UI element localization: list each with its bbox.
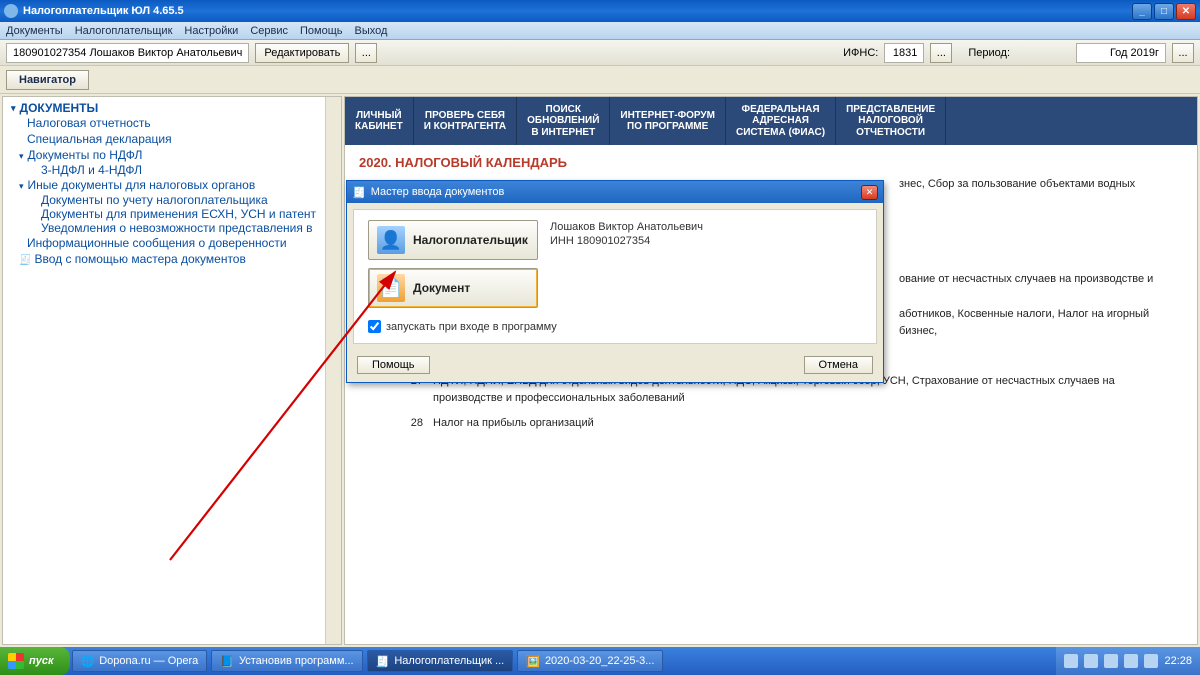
tray-icon[interactable] [1124, 654, 1138, 668]
ifns-value[interactable]: 1831 [884, 43, 924, 63]
tree-item[interactable]: 3-НДФЛ и 4-НДФЛ [5, 163, 339, 177]
taxpayer-name: Лошаков Виктор Анатольевич [550, 220, 703, 234]
bluetab-reporting[interactable]: ПРЕДСТАВЛЕНИЕНАЛОГОВОЙОТЧЕТНОСТИ [836, 97, 946, 145]
document-button-label: Документ [413, 281, 470, 295]
tree-item[interactable]: Документы для применения ЕСХН, УСН и пат… [5, 207, 339, 221]
menu-service[interactable]: Сервис [250, 25, 288, 37]
navigator-button[interactable]: Навигатор [6, 70, 89, 90]
dialog-titlebar[interactable]: 🧾 Мастер ввода документов ✕ [347, 181, 883, 203]
dialog-close-button[interactable]: ✕ [861, 185, 878, 200]
period-value[interactable]: Год 2019г [1076, 43, 1166, 63]
menu-documents[interactable]: Документы [6, 25, 63, 37]
tree-item[interactable]: Специальная декларация [5, 131, 339, 147]
bluetab-fias[interactable]: ФЕДЕРАЛЬНАЯАДРЕСНАЯСИСТЕМА (ФИАС) [726, 97, 836, 145]
windows-logo-icon [8, 653, 24, 669]
tree-branch-other[interactable]: Иные документы для налоговых органов [5, 177, 339, 193]
taxpayer-field[interactable]: 180901027354 Лошаков Виктор Анатольевич [6, 43, 249, 63]
menu-taxpayer[interactable]: Налогоплательщик [75, 25, 173, 37]
document-button[interactable]: 📄 Документ [368, 268, 538, 308]
task-item[interactable]: 🌐Dopona.ru — Opera [72, 650, 208, 672]
autostart-label: запускать при входе в программу [386, 321, 557, 333]
minimize-button[interactable]: _ [1132, 3, 1152, 20]
bluetab-updates[interactable]: ПОИСКОБНОВЛЕНИЙВ ИНТЕРНЕТ [517, 97, 610, 145]
app-icon [4, 4, 18, 18]
clock: 22:28 [1164, 655, 1192, 667]
period-label: Период: [968, 47, 1010, 59]
blue-nav-bar: ЛИЧНЫЙКАБИНЕТ ПРОВЕРЬ СЕБЯИ КОНТРАГЕНТА … [345, 97, 1197, 145]
system-tray[interactable]: 22:28 [1056, 647, 1200, 675]
menu-settings[interactable]: Настройки [184, 25, 238, 37]
task-item[interactable]: 📘Установив программ... [211, 650, 362, 672]
dialog-title: Мастер ввода документов [371, 186, 505, 198]
task-item-active[interactable]: 🧾Налогоплательщик ... [367, 650, 514, 672]
tray-icon[interactable] [1064, 654, 1078, 668]
autostart-checkbox[interactable] [368, 320, 381, 333]
tree-item-wizard[interactable]: Ввод с помощью мастера документов [5, 251, 339, 267]
start-button[interactable]: пуск [0, 647, 70, 675]
period-more-button[interactable]: ... [1172, 43, 1194, 63]
tree-root-documents[interactable]: ДОКУМЕНТЫ [5, 101, 339, 115]
infobar: 180901027354 Лошаков Виктор Анатольевич … [0, 40, 1200, 66]
cal-fragment: аботников, Косвенные налоги, Налог на иг… [899, 306, 1183, 340]
tree-item[interactable]: Уведомления о невозможности представлени… [5, 221, 339, 235]
sidebar-scrollbar[interactable] [325, 97, 341, 644]
calendar-title: 2020. НАЛОГОВЫЙ КАЛЕНДАРЬ [345, 145, 1197, 170]
start-label: пуск [29, 655, 54, 667]
bluetab-forum[interactable]: ИНТЕРНЕТ-ФОРУМПО ПРОГРАММЕ [610, 97, 726, 145]
tree-item[interactable]: Документы по учету налогоплательщика [5, 193, 339, 207]
ifns-label: ИФНС: [843, 47, 878, 59]
tree-item[interactable]: Налоговая отчетность [5, 115, 339, 131]
document-icon: 📄 [377, 274, 405, 302]
taxpayer-info: Лошаков Виктор Анатольевич ИНН 180901027… [550, 220, 703, 249]
tree-branch-ndfl[interactable]: Документы по НДФЛ [5, 147, 339, 163]
cal-fragment: знес, Сбор за пользование объектами водн… [899, 176, 1183, 193]
taxpayer-button[interactable]: 👤 Налогоплательщик [368, 220, 538, 260]
taskbar: пуск 🌐Dopona.ru — Opera 📘Установив прогр… [0, 647, 1200, 675]
bluetab-cabinet[interactable]: ЛИЧНЫЙКАБИНЕТ [345, 97, 414, 145]
taxpayer-button-label: Налогоплательщик [413, 233, 528, 247]
cancel-button[interactable]: Отмена [804, 356, 873, 374]
help-button[interactable]: Помощь [357, 356, 430, 374]
menu-exit[interactable]: Выход [355, 25, 388, 37]
app-titlebar: Налогоплательщик ЮЛ 4.65.5 _ □ ✕ [0, 0, 1200, 22]
sidebar: ДОКУМЕНТЫ Налоговая отчетность Специальн… [2, 96, 342, 645]
tree-item-info[interactable]: Информационные сообщения о доверенности [5, 235, 339, 251]
app-title: Налогоплательщик ЮЛ 4.65.5 [23, 5, 184, 17]
navigator-row: Навигатор [0, 66, 1200, 94]
close-button[interactable]: ✕ [1176, 3, 1196, 20]
maximize-button[interactable]: □ [1154, 3, 1174, 20]
cal-day: 28 [401, 415, 423, 432]
more-button[interactable]: ... [355, 43, 377, 63]
user-icon: 👤 [377, 226, 405, 254]
cal-text: Налог на прибыль организаций [433, 415, 1183, 432]
tray-icon[interactable] [1084, 654, 1098, 668]
task-item[interactable]: 🖼️2020-03-20_22-25-3... [517, 650, 663, 672]
tray-icon[interactable] [1104, 654, 1118, 668]
cal-fragment: ование от несчастных случаев на производ… [899, 271, 1183, 288]
wizard-dialog: 🧾 Мастер ввода документов ✕ 👤 Налогоплат… [346, 180, 884, 383]
tray-icon[interactable] [1144, 654, 1158, 668]
taxpayer-inn: ИНН 180901027354 [550, 234, 703, 248]
edit-button[interactable]: Редактировать [255, 43, 349, 63]
menu-help[interactable]: Помощь [300, 25, 343, 37]
dialog-icon: 🧾 [352, 186, 366, 199]
menubar: Документы Налогоплательщик Настройки Сер… [0, 22, 1200, 40]
ifns-more-button[interactable]: ... [930, 43, 952, 63]
bluetab-check[interactable]: ПРОВЕРЬ СЕБЯИ КОНТРАГЕНТА [414, 97, 517, 145]
